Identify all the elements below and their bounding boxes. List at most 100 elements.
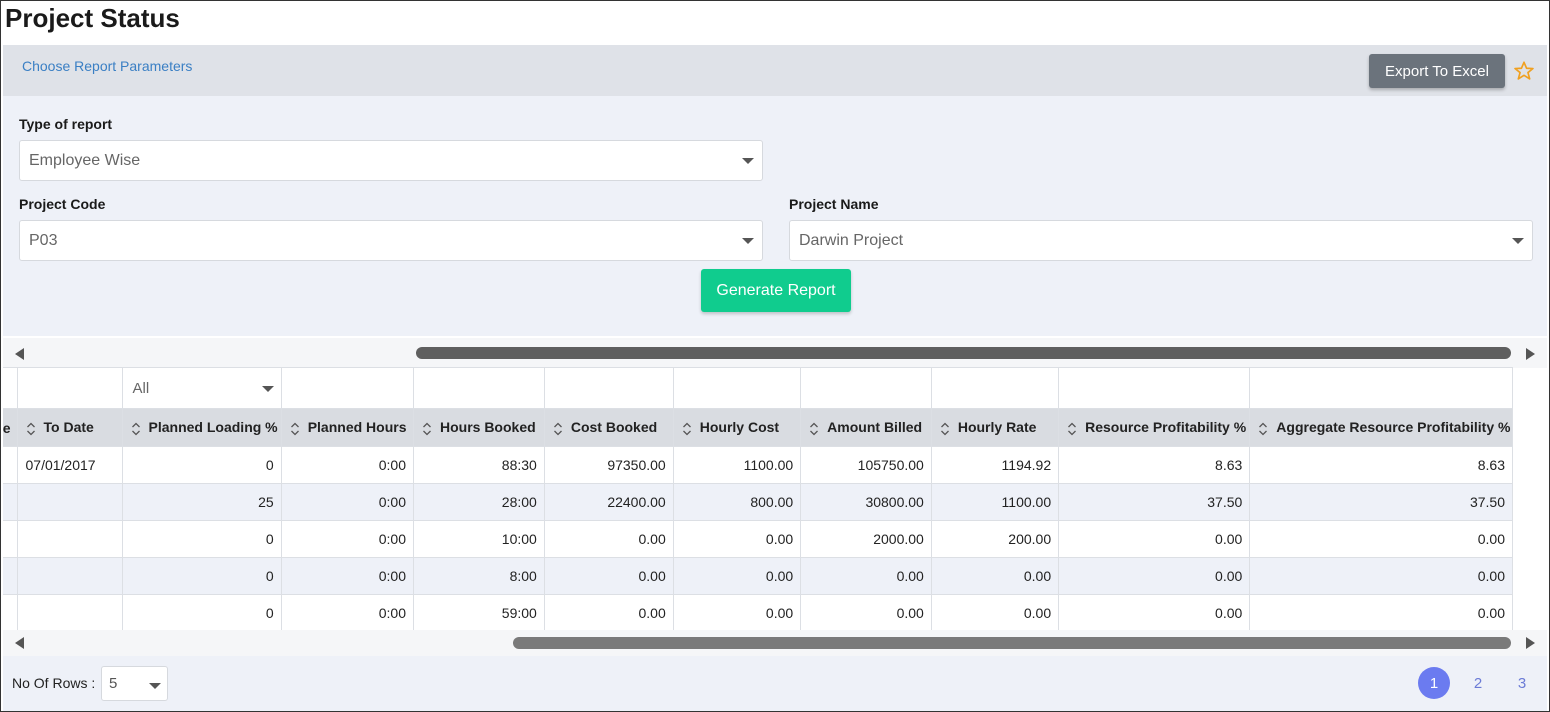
table-cell: 0.00: [1058, 594, 1251, 632]
chevron-down-icon: [149, 683, 161, 689]
table-cell: [16, 483, 123, 521]
table-cell: 0.00: [543, 594, 674, 632]
column-header-planned-loading[interactable]: Planned Loading %: [121, 408, 282, 447]
table-cell: [16, 520, 123, 558]
star-icon[interactable]: [1513, 60, 1535, 82]
table-cell: 0.00: [930, 557, 1060, 595]
scroll-thumb[interactable]: [416, 347, 1511, 359]
table-cell: 0:00: [280, 520, 414, 558]
table-cell: 0.00: [1249, 594, 1513, 632]
table-row[interactable]: 0 0:00 10:00 0.00 0.00 2000.00 200.00 0.…: [3, 520, 1513, 558]
column-header-to-date[interactable]: To Date: [16, 408, 123, 447]
project-code-value: P03: [29, 231, 58, 249]
table-cell: 0.00: [930, 594, 1060, 632]
sort-icon: [682, 422, 691, 436]
type-of-report-label: Type of report: [19, 116, 113, 132]
project-name-select[interactable]: Darwin Project: [789, 220, 1533, 261]
filter-value: All: [132, 379, 150, 397]
table-cell: 22400.00: [543, 483, 674, 521]
table-row[interactable]: 07/01/2017 0 0:00 88:30 97350.00 1100.00…: [3, 446, 1513, 484]
table-cell: 0.00: [1249, 520, 1513, 558]
table-cell: 25: [121, 483, 282, 521]
table-cell: 10:00: [412, 520, 545, 558]
column-header-hourly-cost[interactable]: Hourly Cost: [672, 408, 802, 447]
project-code-label: Project Code: [19, 196, 106, 212]
column-header-resource-profitability[interactable]: Resource Profitability %: [1058, 408, 1251, 447]
table-cell: 8.63: [1058, 446, 1251, 484]
page-button-1[interactable]: 1: [1418, 667, 1450, 699]
type-of-report-value: Employee Wise: [29, 151, 141, 169]
table-cell: 8.63: [1249, 446, 1513, 484]
page-button-3[interactable]: 3: [1506, 667, 1538, 699]
page-button-2[interactable]: 2: [1462, 667, 1494, 699]
sort-icon: [553, 422, 562, 436]
sort-icon: [423, 422, 431, 436]
chevron-down-icon: [742, 158, 754, 164]
chevron-down-icon: [742, 238, 754, 244]
sort-icon: [290, 422, 299, 436]
table-cell: 0.00: [672, 557, 802, 595]
table-cell: 07/01/2017: [16, 446, 123, 484]
chevron-down-icon: [261, 386, 274, 392]
scroll-right-icon[interactable]: [1526, 348, 1535, 360]
sort-icon: [1068, 422, 1077, 436]
table-cell: 0: [121, 520, 282, 558]
table-cell: 0.00: [543, 557, 674, 595]
column-header-hours-booked[interactable]: Hours Booked: [412, 408, 545, 447]
table-cell: 0.00: [1249, 557, 1513, 595]
report-form: Type of report Employee Wise Project Cod…: [3, 96, 1547, 336]
generate-report-button[interactable]: Generate Report: [701, 269, 851, 312]
table-cell: 30800.00: [800, 483, 932, 521]
table-row[interactable]: 0 0:00 59:00 0.00 0.00 0.00 0.00 0.00 0.…: [3, 594, 1513, 632]
table-cell: 88:30: [412, 446, 545, 484]
parameter-bar: Choose Report Parameters Export To Excel: [3, 45, 1547, 96]
sort-icon: [810, 422, 819, 436]
table-cell: [16, 594, 123, 632]
table-cell: 200.00: [930, 520, 1060, 558]
type-of-report-select[interactable]: Employee Wise: [19, 140, 763, 181]
sort-icon: [131, 422, 140, 436]
rows-per-page-value: 5: [109, 675, 118, 692]
table-cell: 0.00: [1058, 520, 1251, 558]
project-name-label: Project Name: [789, 196, 879, 212]
column-header-partial[interactable]: e: [3, 408, 18, 447]
column-header-aggregate-profitability[interactable]: Aggregate Resource Profitability %: [1249, 408, 1513, 447]
chevron-down-icon: [1512, 238, 1524, 244]
column-header-planned-hours[interactable]: Planned Hours: [280, 408, 414, 447]
column-header-amount-billed[interactable]: Amount Billed: [800, 408, 932, 447]
table-cell: 0:00: [280, 594, 414, 632]
table-cell: 0.00: [672, 520, 802, 558]
sort-icon: [940, 422, 949, 436]
table-cell: 37.50: [1058, 483, 1251, 521]
table-cell: 28:00: [412, 483, 545, 521]
table-cell: 0:00: [280, 446, 414, 484]
table-cell: 0.00: [800, 594, 932, 632]
bottom-horizontal-scrollbar[interactable]: [3, 630, 1547, 656]
table-footer: No Of Rows : 5 1 2 3: [3, 656, 1547, 711]
table-cell: 0.00: [800, 557, 932, 595]
project-code-select[interactable]: P03: [19, 220, 763, 261]
scroll-thumb[interactable]: [513, 637, 1511, 649]
choose-report-parameters-link[interactable]: Choose Report Parameters: [22, 58, 192, 74]
table-cell: 37.50: [1249, 483, 1513, 521]
table-cell: 0: [121, 557, 282, 595]
top-horizontal-scrollbar[interactable]: [3, 338, 1547, 368]
table-cell: 59:00: [412, 594, 545, 632]
export-to-excel-button[interactable]: Export To Excel: [1369, 54, 1505, 88]
table-cell: 8:00: [412, 557, 545, 595]
rows-per-page-select[interactable]: 5: [101, 666, 168, 701]
table-cell: 0.00: [543, 520, 674, 558]
table-cell: 0:00: [280, 557, 414, 595]
scroll-left-icon[interactable]: [15, 348, 24, 360]
table-row[interactable]: 25 0:00 28:00 22400.00 800.00 30800.00 1…: [3, 483, 1513, 521]
loading-filter-select[interactable]: All: [124, 369, 281, 407]
table-cell: 0: [121, 594, 282, 632]
column-header-hourly-rate[interactable]: Hourly Rate: [930, 408, 1060, 447]
table-cell: 0:00: [280, 483, 414, 521]
table-row[interactable]: 0 0:00 8:00 0.00 0.00 0.00 0.00 0.00 0.0…: [3, 557, 1513, 595]
sort-icon: [26, 422, 35, 436]
scroll-right-icon[interactable]: [1526, 637, 1535, 649]
table-cell: [16, 557, 123, 595]
column-header-cost-booked[interactable]: Cost Booked: [543, 408, 674, 447]
scroll-left-icon[interactable]: [15, 637, 24, 649]
